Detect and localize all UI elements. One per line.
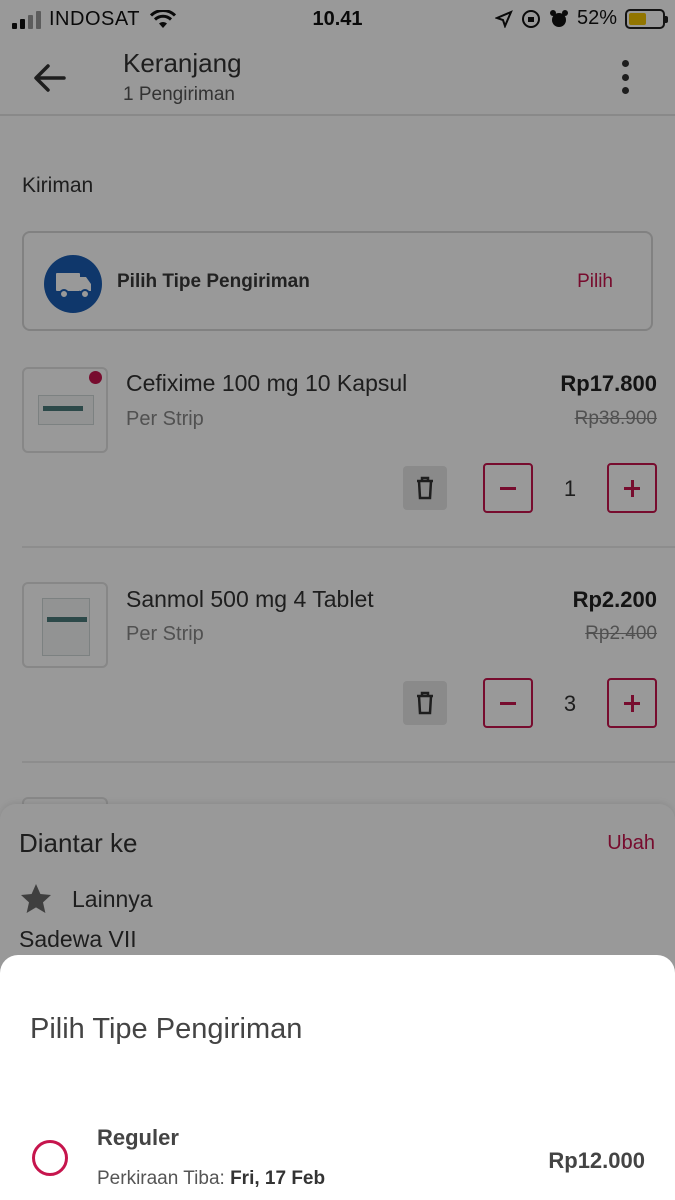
shipping-option-eta: Perkiraan Tiba: Fri, 17 Feb bbox=[97, 1168, 326, 1189]
shipping-type-sheet: Pilih Tipe Pengiriman Reguler Perkiraan … bbox=[0, 955, 675, 1200]
shipping-option-name[interactable]: Reguler bbox=[97, 1125, 179, 1151]
shipping-option-radio[interactable] bbox=[32, 1140, 68, 1176]
shipping-option-price: Rp12.000 bbox=[548, 1148, 645, 1173]
sheet-title: Pilih Tipe Pengiriman bbox=[30, 1013, 303, 1045]
